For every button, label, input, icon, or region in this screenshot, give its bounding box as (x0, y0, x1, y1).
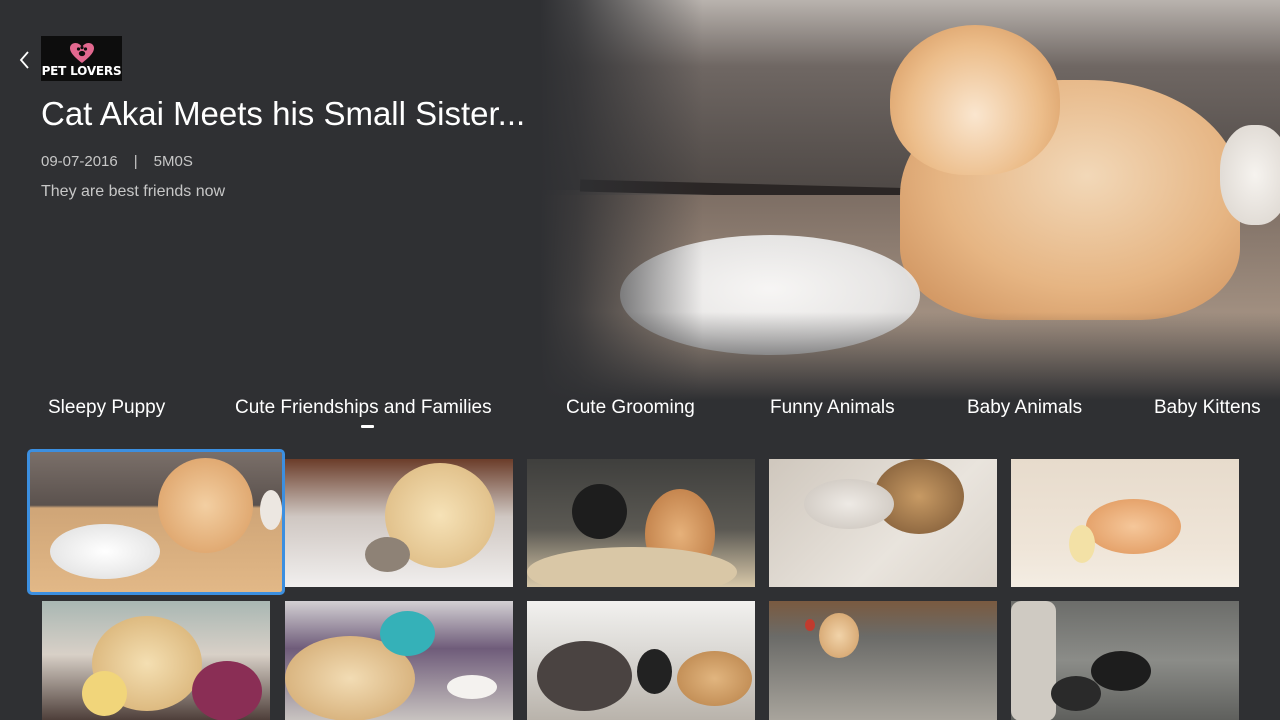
video-thumbnail[interactable] (527, 601, 755, 720)
hero-fade (540, 0, 1280, 400)
logo-text: PET LOVERS (41, 64, 122, 78)
video-date: 09-07-2016 (41, 153, 118, 170)
video-thumbnail[interactable] (769, 459, 997, 587)
paw-heart-icon (69, 43, 94, 63)
video-thumbnail[interactable] (1011, 601, 1239, 720)
video-thumbnail[interactable] (769, 601, 997, 720)
tab-cute-friendships-and-families[interactable]: Cute Friendships and Families (235, 397, 492, 419)
video-description: They are best friends now (41, 183, 226, 200)
back-button[interactable] (12, 46, 36, 74)
video-thumbnail[interactable] (42, 601, 270, 720)
tab-baby-kittens[interactable]: Baby Kittens (1154, 397, 1261, 419)
tab-cute-grooming[interactable]: Cute Grooming (566, 397, 695, 419)
video-duration: 5M0S (153, 153, 193, 170)
tab-sleepy-puppy[interactable]: Sleepy Puppy (48, 397, 165, 419)
video-thumbnail[interactable] (1011, 459, 1239, 587)
video-thumbnail[interactable] (285, 459, 513, 587)
video-thumbnail[interactable] (285, 601, 513, 720)
video-title: Cat Akai Meets his Small Sister... (41, 95, 526, 132)
chevron-left-icon (19, 51, 29, 69)
video-meta: 09-07-2016 | 5M0S (41, 153, 193, 170)
meta-separator: | (133, 153, 138, 170)
video-thumbnail[interactable] (527, 459, 755, 587)
video-thumbnail[interactable] (27, 449, 285, 595)
tab-funny-animals[interactable]: Funny Animals (770, 397, 895, 419)
tab-baby-animals[interactable]: Baby Animals (967, 397, 1082, 419)
tab-selected-indicator (361, 425, 374, 428)
channel-logo: PET LOVERS (41, 36, 122, 81)
